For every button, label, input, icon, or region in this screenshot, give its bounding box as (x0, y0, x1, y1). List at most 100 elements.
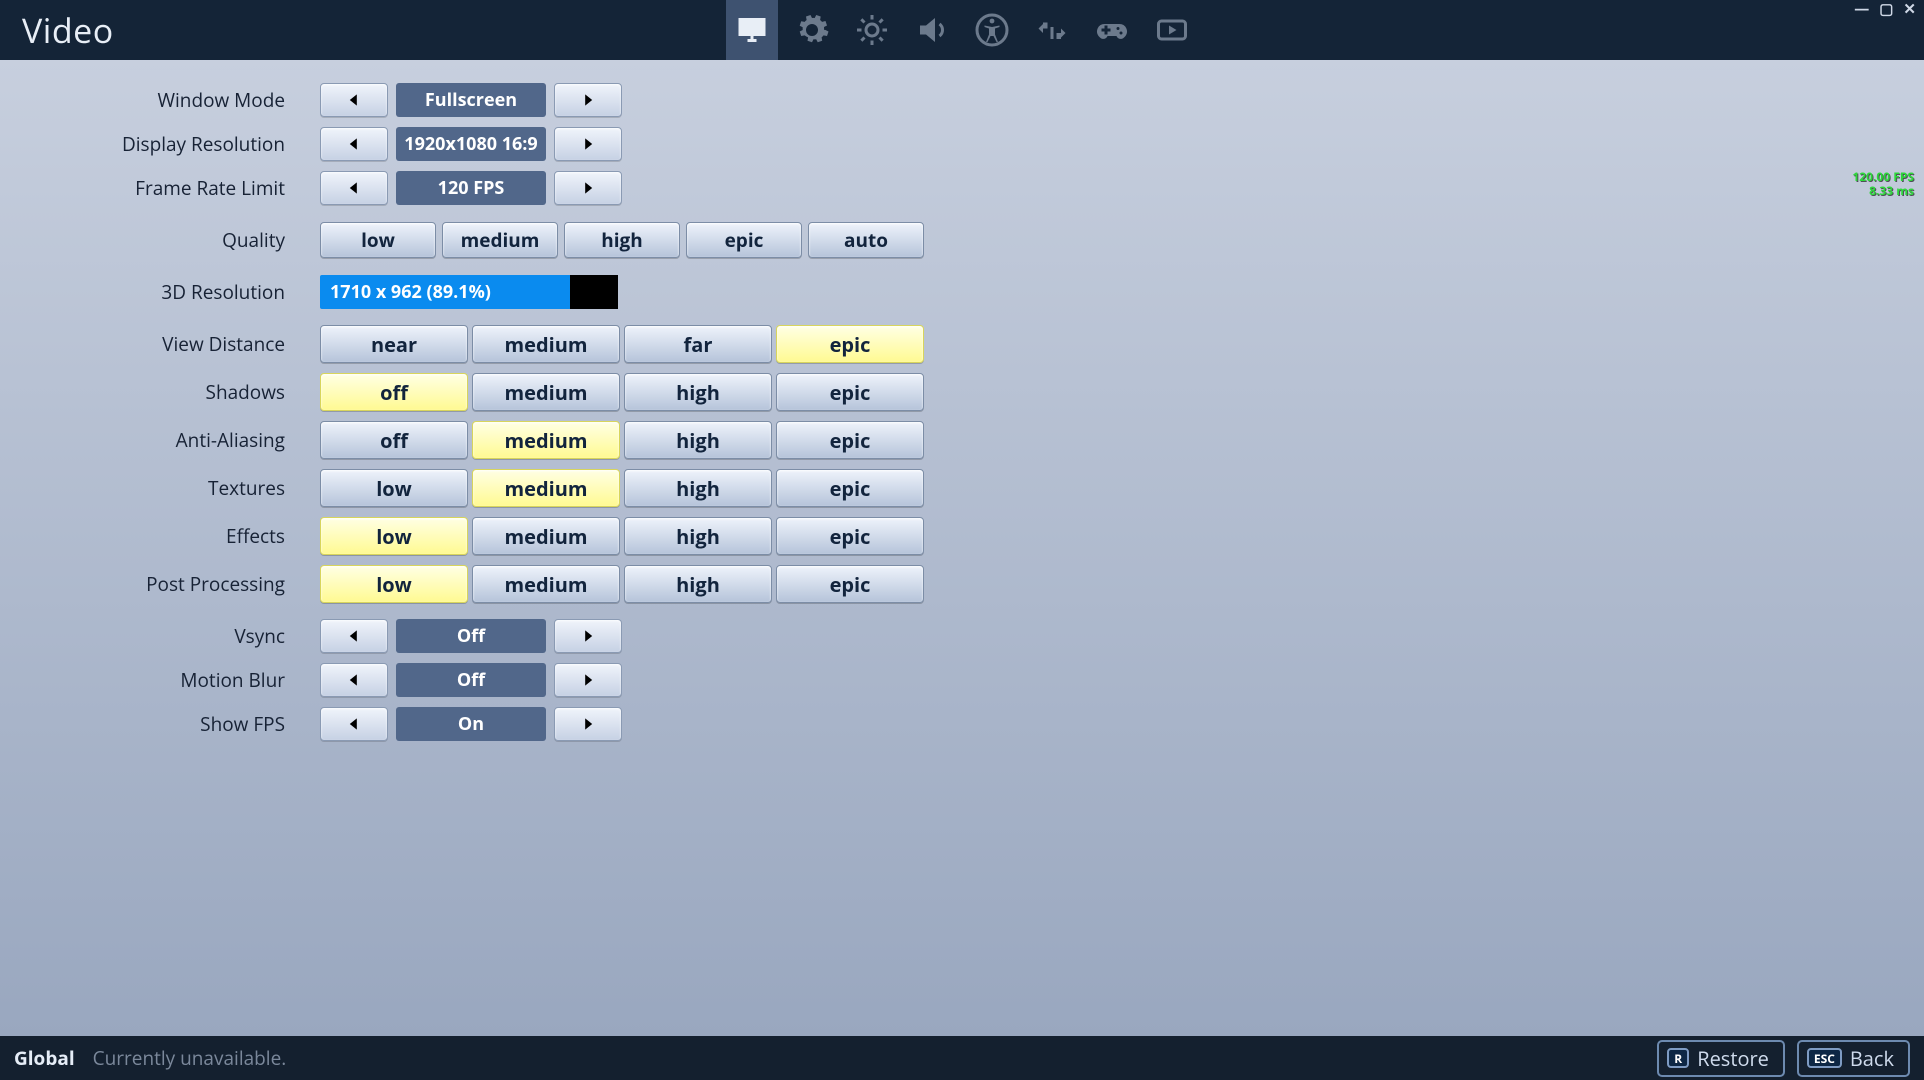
label-effects: Effects (0, 523, 305, 549)
show-fps-next[interactable] (554, 707, 622, 741)
triangle-right-icon (581, 629, 595, 643)
frame-rate-next[interactable] (554, 171, 622, 205)
textures-epic[interactable]: epic (776, 469, 924, 507)
post-processing-high[interactable]: high (624, 565, 772, 603)
window-mode-next[interactable] (554, 83, 622, 117)
motion-blur-next[interactable] (554, 663, 622, 697)
row-quality: Quality low medium high epic auto (0, 220, 1924, 260)
textures-high[interactable]: high (624, 469, 772, 507)
post-processing-epic[interactable]: epic (776, 565, 924, 603)
label-post-processing: Post Processing (0, 571, 305, 597)
display-resolution-next[interactable] (554, 127, 622, 161)
aa-medium[interactable]: medium (472, 421, 620, 459)
key-esc: ESC (1807, 1048, 1842, 1068)
label-display-resolution: Display Resolution (0, 131, 305, 157)
label-anti-aliasing: Anti-Aliasing (0, 427, 305, 453)
tab-controller[interactable] (1086, 0, 1138, 60)
shadows-epic[interactable]: epic (776, 373, 924, 411)
aa-off[interactable]: off (320, 421, 468, 459)
quality-epic[interactable]: epic (686, 222, 802, 258)
brightness-icon (854, 12, 890, 48)
motion-blur-prev[interactable] (320, 663, 388, 697)
view-distance-far[interactable]: far (624, 325, 772, 363)
quality-high[interactable]: high (564, 222, 680, 258)
effects-high[interactable]: high (624, 517, 772, 555)
view-distance-medium[interactable]: medium (472, 325, 620, 363)
video-icon (1154, 12, 1190, 48)
frame-rate-prev[interactable] (320, 171, 388, 205)
triangle-right-icon (581, 673, 595, 687)
3d-resolution-value: 1710 x 962 (89.1%) (320, 275, 570, 309)
back-label: Back (1850, 1045, 1894, 1072)
window-mode-prev[interactable] (320, 83, 388, 117)
quality-medium[interactable]: medium (442, 222, 558, 258)
shadows-high[interactable]: high (624, 373, 772, 411)
tab-audio[interactable] (906, 0, 958, 60)
textures-medium[interactable]: medium (472, 469, 620, 507)
restore-button[interactable]: R Restore (1657, 1040, 1785, 1077)
window-minimize[interactable]: — (1854, 2, 1869, 17)
label-vsync: Vsync (0, 623, 305, 649)
label-window-mode: Window Mode (0, 87, 305, 113)
input-icon (1034, 12, 1070, 48)
tab-display[interactable] (726, 0, 778, 60)
frametime-value: 8.33 ms (1852, 184, 1914, 198)
tab-settings[interactable] (786, 0, 838, 60)
triangle-left-icon (347, 93, 361, 107)
aa-epic[interactable]: epic (776, 421, 924, 459)
vsync-value: Off (396, 619, 546, 653)
label-view-distance: View Distance (0, 331, 305, 357)
window-maximize[interactable]: ▢ (1879, 2, 1893, 17)
key-r: R (1667, 1048, 1689, 1068)
row-window-mode: Window Mode Fullscreen (0, 82, 1924, 118)
3d-resolution-handle[interactable] (570, 275, 618, 309)
footer-global: Global (14, 1045, 75, 1071)
page-title: Video (0, 7, 114, 53)
gear-icon (794, 12, 830, 48)
window-mode-value: Fullscreen (396, 83, 546, 117)
view-distance-epic[interactable]: epic (776, 325, 924, 363)
label-shadows: Shadows (0, 379, 305, 405)
motion-blur-value: Off (396, 663, 546, 697)
display-resolution-value: 1920x1080 16:9 (396, 127, 546, 161)
gamepad-icon (1094, 12, 1130, 48)
label-textures: Textures (0, 475, 305, 501)
view-distance-near[interactable]: near (320, 325, 468, 363)
vsync-prev[interactable] (320, 619, 388, 653)
frame-rate-value: 120 FPS (396, 171, 546, 205)
quality-auto[interactable]: auto (808, 222, 924, 258)
textures-low[interactable]: low (320, 469, 468, 507)
effects-low[interactable]: low (320, 517, 468, 555)
effects-epic[interactable]: epic (776, 517, 924, 555)
label-motion-blur: Motion Blur (0, 667, 305, 693)
shadows-medium[interactable]: medium (472, 373, 620, 411)
label-quality: Quality (0, 227, 305, 253)
vsync-next[interactable] (554, 619, 622, 653)
triangle-left-icon (347, 137, 361, 151)
display-resolution-prev[interactable] (320, 127, 388, 161)
post-processing-low[interactable]: low (320, 565, 468, 603)
row-anti-aliasing: Anti-Aliasing off medium high epic (0, 420, 1924, 460)
effects-medium[interactable]: medium (472, 517, 620, 555)
label-frame-rate-limit: Frame Rate Limit (0, 175, 305, 201)
shadows-off[interactable]: off (320, 373, 468, 411)
triangle-left-icon (347, 181, 361, 195)
speaker-icon (914, 12, 950, 48)
aa-high[interactable]: high (624, 421, 772, 459)
tab-brightness[interactable] (846, 0, 898, 60)
row-motion-blur: Motion Blur Off (0, 662, 1924, 698)
triangle-right-icon (581, 137, 595, 151)
window-close[interactable]: ✕ (1903, 2, 1916, 17)
row-show-fps: Show FPS On (0, 706, 1924, 742)
monitor-icon (734, 12, 770, 48)
post-processing-medium[interactable]: medium (472, 565, 620, 603)
show-fps-value: On (396, 707, 546, 741)
show-fps-prev[interactable] (320, 707, 388, 741)
back-button[interactable]: ESC Back (1797, 1040, 1910, 1077)
tab-accessibility[interactable] (966, 0, 1018, 60)
triangle-left-icon (347, 717, 361, 731)
tab-input[interactable] (1026, 0, 1078, 60)
quality-low[interactable]: low (320, 222, 436, 258)
3d-resolution-slider[interactable]: 1710 x 962 (89.1%) (320, 274, 618, 310)
tab-replay[interactable] (1146, 0, 1198, 60)
